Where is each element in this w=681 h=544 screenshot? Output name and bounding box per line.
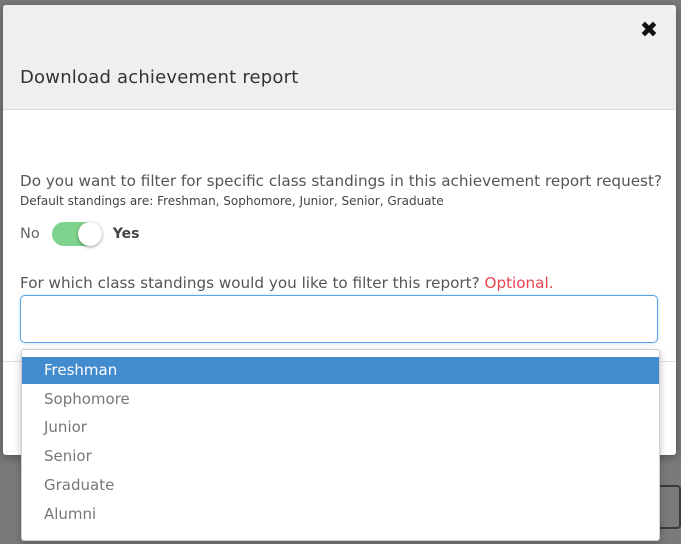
class-standings-dropdown: Freshman Sophomore Junior Senior Graduat… <box>21 349 660 541</box>
option-freshman[interactable]: Freshman <box>22 357 659 384</box>
class-standings-label: For which class standings would you like… <box>20 274 554 292</box>
class-standings-question: For which class standings would you like… <box>20 274 480 292</box>
option-junior[interactable]: Junior <box>22 414 659 441</box>
toggle-yes-label: Yes <box>112 226 140 242</box>
option-sophomore[interactable]: Sophomore <box>22 386 659 413</box>
modal-title: Download achievement report <box>20 67 299 88</box>
option-graduate[interactable]: Graduate <box>22 472 659 499</box>
option-senior[interactable]: Senior <box>22 443 659 470</box>
optional-label: Optional. <box>484 274 554 292</box>
option-alumni[interactable]: Alumni <box>22 501 659 528</box>
filter-standings-question: Do you want to filter for specific class… <box>20 172 662 190</box>
default-standings-hint: Default standings are: Freshman, Sophomo… <box>20 194 444 208</box>
toggle-knob <box>77 222 102 246</box>
filter-toggle-row: No Yes <box>20 221 139 247</box>
modal-header: Download achievement report ✖ <box>3 5 676 110</box>
close-icon[interactable]: ✖ <box>637 19 661 43</box>
toggle-no-label: No <box>20 226 40 242</box>
filter-toggle-switch[interactable] <box>51 222 102 246</box>
class-standings-select[interactable] <box>20 295 658 343</box>
